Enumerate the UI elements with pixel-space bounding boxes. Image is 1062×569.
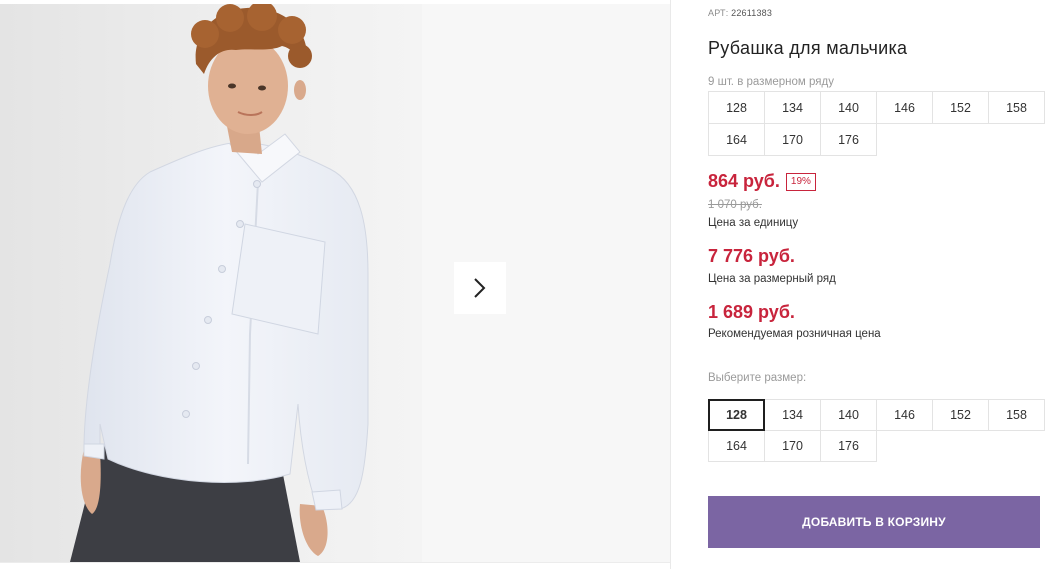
pack-price-label: Цена за размерный ряд xyxy=(708,273,836,285)
choose-size-label: Выберите размер: xyxy=(708,372,807,384)
add-to-cart-button[interactable]: ДОБАВИТЬ В КОРЗИНУ xyxy=(708,496,1040,548)
size-option-170[interactable]: 170 xyxy=(764,430,821,462)
product-sku: АРТ: 22611383 xyxy=(708,8,772,18)
sku-value: 22611383 xyxy=(731,8,773,18)
size-option-146[interactable]: 146 xyxy=(876,399,933,431)
chevron-right-icon xyxy=(474,278,486,298)
size-row-cell: 170 xyxy=(764,123,821,156)
gallery-bottom-divider xyxy=(0,562,670,563)
pack-price: 7 776 руб. xyxy=(708,246,795,266)
size-option-164[interactable]: 164 xyxy=(708,430,765,462)
old-price: 1 070 руб. xyxy=(708,199,762,211)
size-row-cell: 176 xyxy=(820,123,877,156)
size-row-cell: 140 xyxy=(820,91,877,124)
size-row-cell: 128 xyxy=(708,91,765,124)
unit-price-block: 864 руб. 19% xyxy=(708,171,816,192)
gallery-divider xyxy=(670,0,671,569)
size-row-cell: 158 xyxy=(988,91,1045,124)
product-title: Рубашка для мальчика xyxy=(708,38,908,58)
sku-label: АРТ: xyxy=(708,8,729,18)
product-photo[interactable] xyxy=(0,4,422,562)
retail-price: 1 689 руб. xyxy=(708,302,795,322)
size-option-140[interactable]: 140 xyxy=(820,399,877,431)
product-info-panel: АРТ: 22611383 Рубашка для мальчика 9 шт.… xyxy=(708,0,1049,569)
retail-price-label: Рекомендуемая розничная цена xyxy=(708,328,881,340)
size-row-cell: 134 xyxy=(764,91,821,124)
size-row-cell: 146 xyxy=(876,91,933,124)
product-gallery xyxy=(0,4,670,562)
size-row-grid: 128 134 140 146 152 158 164 170 176 xyxy=(708,91,1049,156)
size-option-134[interactable]: 134 xyxy=(764,399,821,431)
size-row-cell: 164 xyxy=(708,123,765,156)
size-row-note: 9 шт. в размерном ряду xyxy=(708,76,834,88)
discount-badge: 19% xyxy=(785,172,816,191)
gallery-next-button[interactable] xyxy=(454,262,506,314)
size-option-176[interactable]: 176 xyxy=(820,430,877,462)
product-photo-image xyxy=(0,4,422,562)
size-selector: 128 134 140 146 152 158 164 170 176 xyxy=(708,399,1049,462)
size-option-158[interactable]: 158 xyxy=(988,399,1045,431)
size-row-cell: 152 xyxy=(932,91,989,124)
unit-price-label: Цена за единицу xyxy=(708,217,799,229)
size-option-128[interactable]: 128 xyxy=(708,399,765,431)
unit-price: 864 руб. xyxy=(708,171,780,191)
size-option-152[interactable]: 152 xyxy=(932,399,989,431)
